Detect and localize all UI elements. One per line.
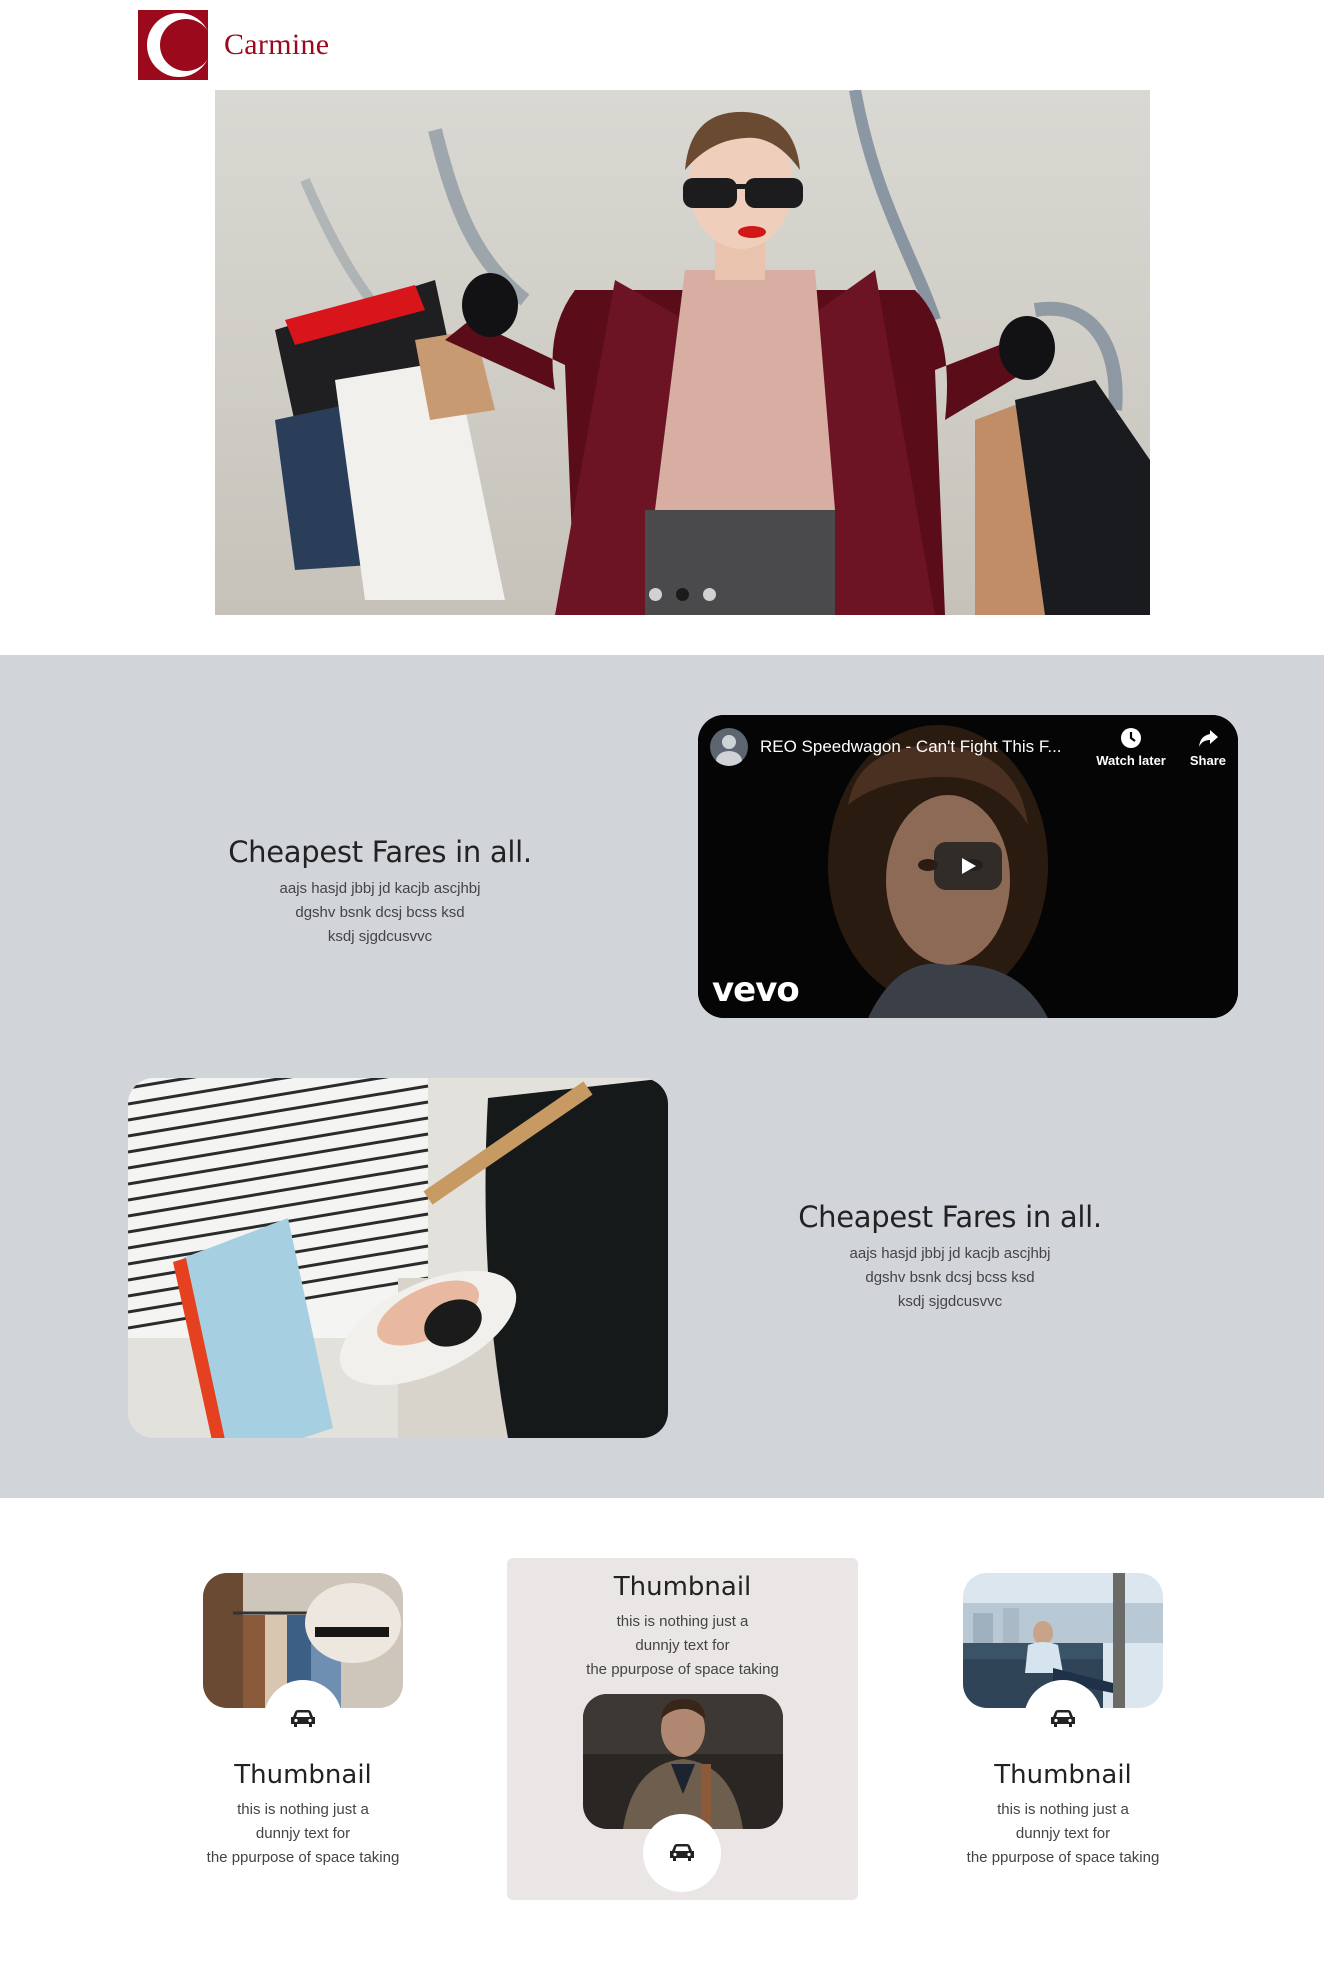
vevo-logo: vevo (712, 970, 800, 1010)
feature-line: aajs hasjd jbbj jd kacjb ascjhbj (849, 1245, 1051, 1262)
thumbnail-line: dunnjy text for (635, 1637, 730, 1654)
play-icon (962, 858, 976, 874)
share-label: Share (1189, 752, 1226, 768)
thumbnail-line: the ppurpose of space taking (206, 1849, 400, 1866)
car-icon (1051, 1710, 1075, 1727)
watch-later-button[interactable]: Watch later (1096, 727, 1166, 768)
carousel-dot-2[interactable] (676, 588, 689, 601)
thumbnail-title: Thumbnail (613, 1572, 752, 1602)
carousel-indicators (215, 588, 1150, 601)
thumbnail-card-3[interactable]: Thumbnail this is nothing just a dunnjy … (940, 1573, 1186, 1870)
feature-text-2: Cheapest Fares in all. aajs hasjd jbbj j… (740, 1200, 1160, 1314)
watch-later-label: Watch later (1096, 752, 1166, 768)
flatlay-photo (128, 1078, 668, 1438)
thumbnail-line: the ppurpose of space taking (966, 1849, 1160, 1866)
feature-title: Cheapest Fares in all. (798, 1200, 1102, 1234)
thumbnail-line: this is nothing just a (237, 1801, 369, 1818)
carousel-dot-1[interactable] (649, 588, 662, 601)
car-icon (670, 1844, 694, 1861)
carousel-dot-3[interactable] (703, 588, 716, 601)
feature-line: ksdj sjgdcusvvc (897, 1293, 1003, 1310)
feature-title: Cheapest Fares in all. (228, 835, 532, 869)
thumbnail-icon-button[interactable] (1024, 1680, 1102, 1758)
thumbnail-image (582, 1694, 783, 1829)
car-icon (291, 1710, 315, 1727)
hero-image (275, 90, 1150, 615)
brand-logo-icon (138, 10, 208, 80)
feature-line: ksdj sjgdcusvvc (327, 928, 433, 945)
feature-text-1: Cheapest Fares in all. aajs hasjd jbbj j… (170, 835, 590, 949)
thumbnails-section: Thumbnail this is nothing just a dunnjy … (0, 1498, 1324, 1976)
brand-name: Carmine (224, 28, 330, 61)
thumbnail-line: dunnjy text for (1015, 1825, 1111, 1842)
brand[interactable]: Carmine (138, 10, 329, 80)
video-embed[interactable]: REO Speedwagon - Can't Fight This F... W… (698, 715, 1238, 1018)
features-section: Cheapest Fares in all. aajs hasjd jbbj j… (0, 655, 1324, 1498)
thumbnail-line: this is nothing just a (616, 1613, 749, 1630)
thumbnail-title: Thumbnail (994, 1760, 1132, 1790)
thumbnail-icon-button[interactable] (264, 1680, 342, 1758)
video-title[interactable]: REO Speedwagon - Can't Fight This F... (760, 737, 1072, 757)
thumbnail-card-2[interactable]: Thumbnail this is nothing just a dunnjy … (507, 1558, 858, 1900)
flatlay-image (128, 1078, 668, 1438)
thumbnail-line: dunnjy text for (255, 1825, 351, 1842)
video-top-bar: REO Speedwagon - Can't Fight This F... W… (710, 727, 1226, 768)
hero-carousel[interactable] (215, 90, 1150, 615)
feature-line: dgshv bsnk dcsj bcss ksd (865, 1269, 1035, 1286)
thumbnail-title: Thumbnail (234, 1760, 372, 1790)
feature-line: dgshv bsnk dcsj bcss ksd (295, 904, 465, 921)
play-button[interactable] (934, 842, 1002, 890)
share-button[interactable]: Share (1190, 727, 1226, 768)
thumbnail-line: this is nothing just a (997, 1801, 1129, 1818)
share-icon (1198, 729, 1218, 747)
channel-avatar-icon[interactable] (710, 728, 748, 766)
feature-line: aajs hasjd jbbj jd kacjb ascjhbj (279, 880, 481, 897)
clock-icon (1121, 727, 1142, 748)
thumbnail-icon-button[interactable] (643, 1814, 721, 1892)
thumbnail-line: the ppurpose of space taking (586, 1661, 779, 1678)
thumbnail-card-1[interactable]: Thumbnail this is nothing just a dunnjy … (180, 1573, 426, 1870)
